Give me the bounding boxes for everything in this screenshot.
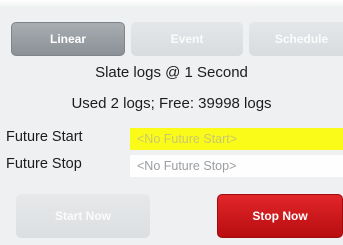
stop-now-label: Stop Now — [252, 209, 308, 223]
top-strip — [0, 0, 343, 8]
tab-schedule-label: Schedule — [274, 32, 329, 46]
future-start-label: Future Start — [6, 129, 83, 145]
future-start-field[interactable]: <No Future Start> — [130, 128, 343, 150]
tab-event-label: Event — [170, 32, 204, 46]
log-usage-text: Used 2 logs; Free: 39998 logs — [71, 95, 272, 112]
log-rate-text: Slate logs @ 1 Second — [95, 64, 248, 81]
future-start-value: <No Future Start> — [137, 132, 238, 146]
tab-schedule[interactable]: Schedule — [249, 22, 343, 56]
future-stop-field[interactable]: <No Future Stop> — [130, 155, 343, 177]
logging-mode-tabs: Linear Event Schedule — [11, 22, 343, 56]
stop-now-button[interactable]: Stop Now — [217, 194, 343, 238]
start-now-button[interactable]: Start Now — [16, 194, 150, 238]
tab-event[interactable]: Event — [131, 22, 243, 56]
future-stop-label: Future Stop — [6, 156, 82, 172]
start-now-label: Start Now — [54, 209, 111, 223]
tab-linear-label: Linear — [49, 32, 86, 46]
tab-linear[interactable]: Linear — [11, 22, 125, 56]
future-stop-value: <No Future Stop> — [137, 159, 237, 173]
